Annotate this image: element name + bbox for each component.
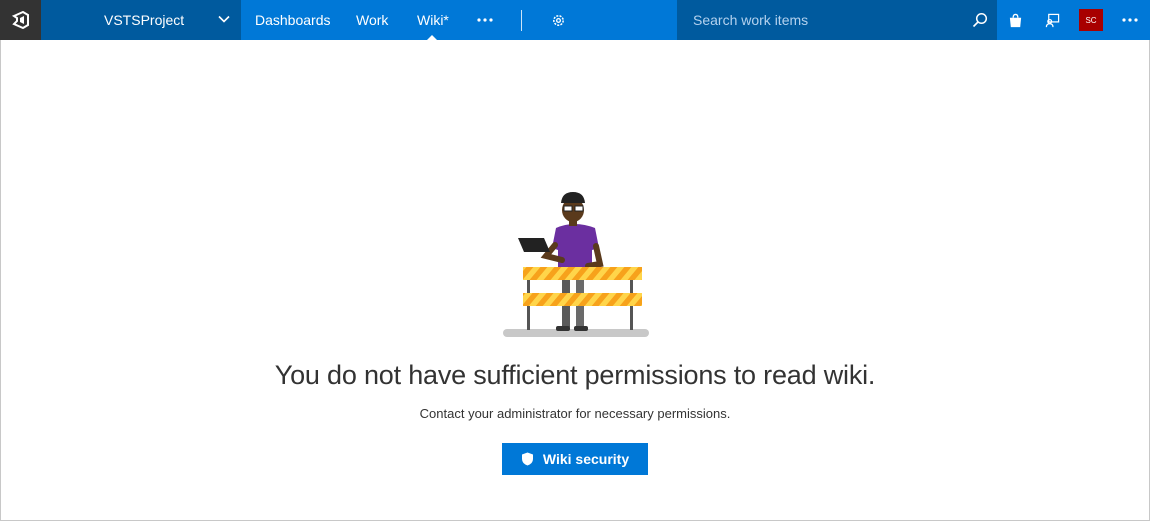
- project-name: VSTSProject: [104, 12, 185, 28]
- active-tab-indicator: [427, 35, 437, 40]
- shield-icon: [521, 452, 533, 466]
- feedback-icon: [1045, 13, 1059, 27]
- nav-wiki[interactable]: Wiki*: [417, 12, 449, 28]
- search-box: [677, 0, 997, 40]
- more-icon: [1122, 18, 1138, 22]
- search-button[interactable]: [970, 10, 990, 30]
- marketplace-bag-icon: [1009, 13, 1021, 27]
- vsts-logo[interactable]: [0, 0, 41, 40]
- permission-denied-illustration: [503, 192, 649, 337]
- nav-divider: [521, 10, 522, 31]
- page-subtitle: Contact your administrator for necessary…: [419, 406, 731, 421]
- nav-dashboards[interactable]: Dashboards: [255, 12, 331, 28]
- project-selector[interactable]: VSTSProject: [41, 0, 241, 40]
- search-input[interactable]: [677, 0, 967, 40]
- settings-button[interactable]: [548, 10, 568, 30]
- search-icon: [972, 12, 988, 28]
- top-navigation-bar: VSTSProject Dashboards Work Wiki* Search…: [0, 0, 1150, 40]
- nav-more-button[interactable]: [475, 10, 495, 30]
- vsts-logo-icon: [11, 11, 29, 29]
- feedback-button[interactable]: [1042, 10, 1062, 30]
- gear-icon: [552, 14, 564, 26]
- account-more-button[interactable]: [1120, 10, 1140, 30]
- wiki-security-label: Wiki security: [542, 451, 630, 467]
- more-icon: [477, 18, 493, 22]
- chevron-down-icon: [218, 15, 230, 23]
- nav-work[interactable]: Work: [356, 12, 388, 28]
- page-title: You do not have sufficient permissions t…: [274, 360, 876, 390]
- user-avatar[interactable]: SC: [1079, 9, 1103, 31]
- wiki-security-button[interactable]: Wiki security: [502, 443, 648, 475]
- marketplace-button[interactable]: [1005, 10, 1025, 30]
